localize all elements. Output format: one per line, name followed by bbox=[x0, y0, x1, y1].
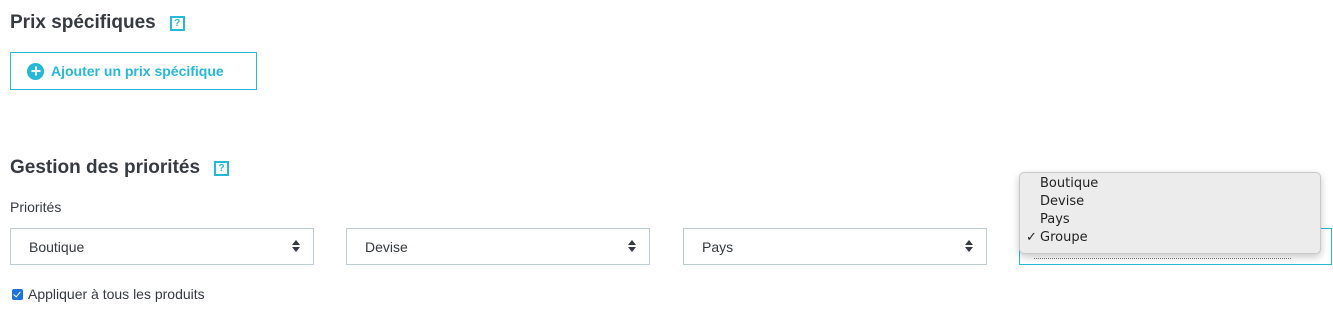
priority-select-value: Devise bbox=[365, 238, 408, 255]
option-label: Pays bbox=[1040, 212, 1070, 227]
priorities-title: Gestion des priorités bbox=[10, 157, 201, 178]
priorities-heading: Gestion des priorités ? bbox=[10, 157, 230, 179]
add-specific-price-button[interactable]: Ajouter un prix spécifique bbox=[10, 52, 257, 90]
help-icon[interactable]: ? bbox=[169, 15, 185, 31]
option-label: Boutique bbox=[1040, 176, 1099, 191]
apply-all-checkbox[interactable] bbox=[12, 288, 23, 300]
priority-select-3[interactable]: Pays bbox=[683, 228, 987, 265]
priority-select-value: Pays bbox=[702, 238, 734, 255]
priority-select-value: Boutique bbox=[29, 238, 85, 255]
checkmark-icon: ✓ bbox=[1026, 230, 1037, 245]
priority-dropdown-menu: Boutique Devise Pays ✓ Groupe bbox=[1019, 172, 1321, 254]
priority-select-2[interactable]: Devise bbox=[346, 228, 650, 265]
apply-all-label: Appliquer à tous les produits bbox=[28, 286, 205, 302]
option-label: Groupe bbox=[1040, 230, 1088, 245]
dropdown-option-devise[interactable]: Devise bbox=[1020, 193, 1320, 211]
add-specific-price-label: Ajouter un prix spécifique bbox=[51, 63, 224, 79]
select-arrows-icon bbox=[965, 239, 974, 254]
specific-prices-heading: Prix spécifiques ? bbox=[10, 12, 185, 34]
focus-outline bbox=[1034, 258, 1291, 259]
priority-select-1[interactable]: Boutique bbox=[10, 228, 314, 265]
specific-prices-title: Prix spécifiques bbox=[10, 12, 156, 33]
dropdown-option-pays[interactable]: Pays bbox=[1020, 211, 1320, 229]
select-arrows-icon bbox=[628, 239, 637, 254]
plus-circle-icon bbox=[27, 62, 44, 80]
option-label: Devise bbox=[1040, 194, 1085, 209]
dropdown-option-groupe[interactable]: ✓ Groupe bbox=[1020, 229, 1320, 247]
priorities-label: Priorités bbox=[10, 199, 62, 215]
apply-all-products-row[interactable]: Appliquer à tous les produits bbox=[12, 286, 205, 302]
select-arrows-icon bbox=[292, 239, 301, 254]
help-icon[interactable]: ? bbox=[214, 160, 230, 176]
dropdown-option-boutique[interactable]: Boutique bbox=[1020, 175, 1320, 193]
